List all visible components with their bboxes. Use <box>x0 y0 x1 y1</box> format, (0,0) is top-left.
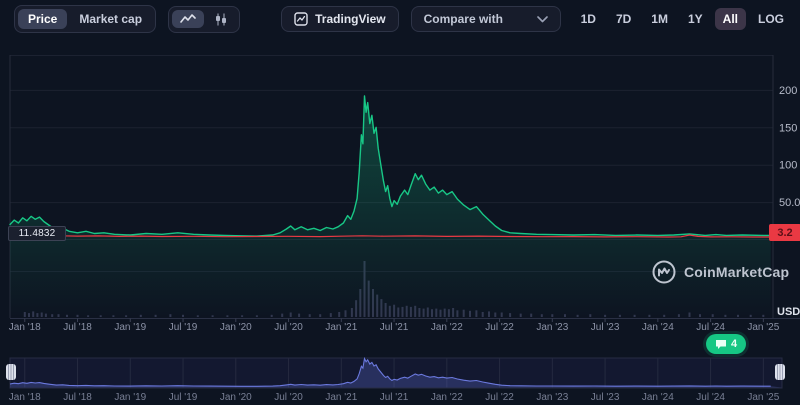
market-cap-tab[interactable]: Market cap <box>69 9 152 29</box>
y-axis-tick: 50.0 <box>779 197 800 209</box>
range-button-all[interactable]: All <box>715 8 746 30</box>
candlestick-button[interactable] <box>206 10 236 29</box>
tradingview-button[interactable]: TradingView <box>281 6 398 32</box>
range-button-1y[interactable]: 1Y <box>680 8 711 30</box>
compare-with-label: Compare with <box>424 12 503 26</box>
coinmarketcap-watermark: CoinMarketCap <box>652 260 789 284</box>
annotations-badge[interactable]: 4 <box>706 334 746 354</box>
range-selector: 1D7D1M1YAllLOG <box>573 8 792 30</box>
range-button-log[interactable]: LOG <box>750 8 792 30</box>
chart-type-toggle <box>168 6 240 33</box>
range-button-1m[interactable]: 1M <box>643 8 676 30</box>
chevron-down-icon <box>537 16 548 23</box>
line-chart-button[interactable] <box>172 10 204 28</box>
navigator-left-handle[interactable] <box>6 364 16 380</box>
toolbar-right: TradingView Compare with 1D7D1M1YAllLOG <box>281 6 792 32</box>
price-tab[interactable]: Price <box>18 9 67 29</box>
coinmarketcap-logo-icon <box>652 260 676 284</box>
line-chart-icon <box>180 13 196 25</box>
currency-axis-label: USD <box>777 306 800 318</box>
range-button-7d[interactable]: 7D <box>608 8 639 30</box>
range-button-1d[interactable]: 1D <box>573 8 604 30</box>
compare-with-select[interactable]: Compare with <box>411 6 561 32</box>
tradingview-icon <box>294 12 308 26</box>
compare-price-badge: 3.2 <box>769 224 800 241</box>
y-axis-tick: 100 <box>779 160 797 172</box>
chart-toolbar: Price Market cap <box>14 5 792 33</box>
navigator-right-handle[interactable] <box>775 364 785 380</box>
y-axis-tick: 150 <box>779 122 797 134</box>
candlestick-icon <box>214 13 228 26</box>
current-price-badge: 11.4832 <box>8 226 66 241</box>
chat-bubble-icon <box>715 339 727 350</box>
chart-canvas: 200 150 100 50.0 <box>0 0 800 405</box>
y-axis-tick: 200 <box>779 85 797 97</box>
watermark-text: CoinMarketCap <box>684 264 789 280</box>
tradingview-label: TradingView <box>315 12 385 26</box>
chart-widget: Price Market cap <box>0 0 800 405</box>
series-toggle: Price Market cap <box>14 5 156 33</box>
annotation-count: 4 <box>731 338 737 350</box>
